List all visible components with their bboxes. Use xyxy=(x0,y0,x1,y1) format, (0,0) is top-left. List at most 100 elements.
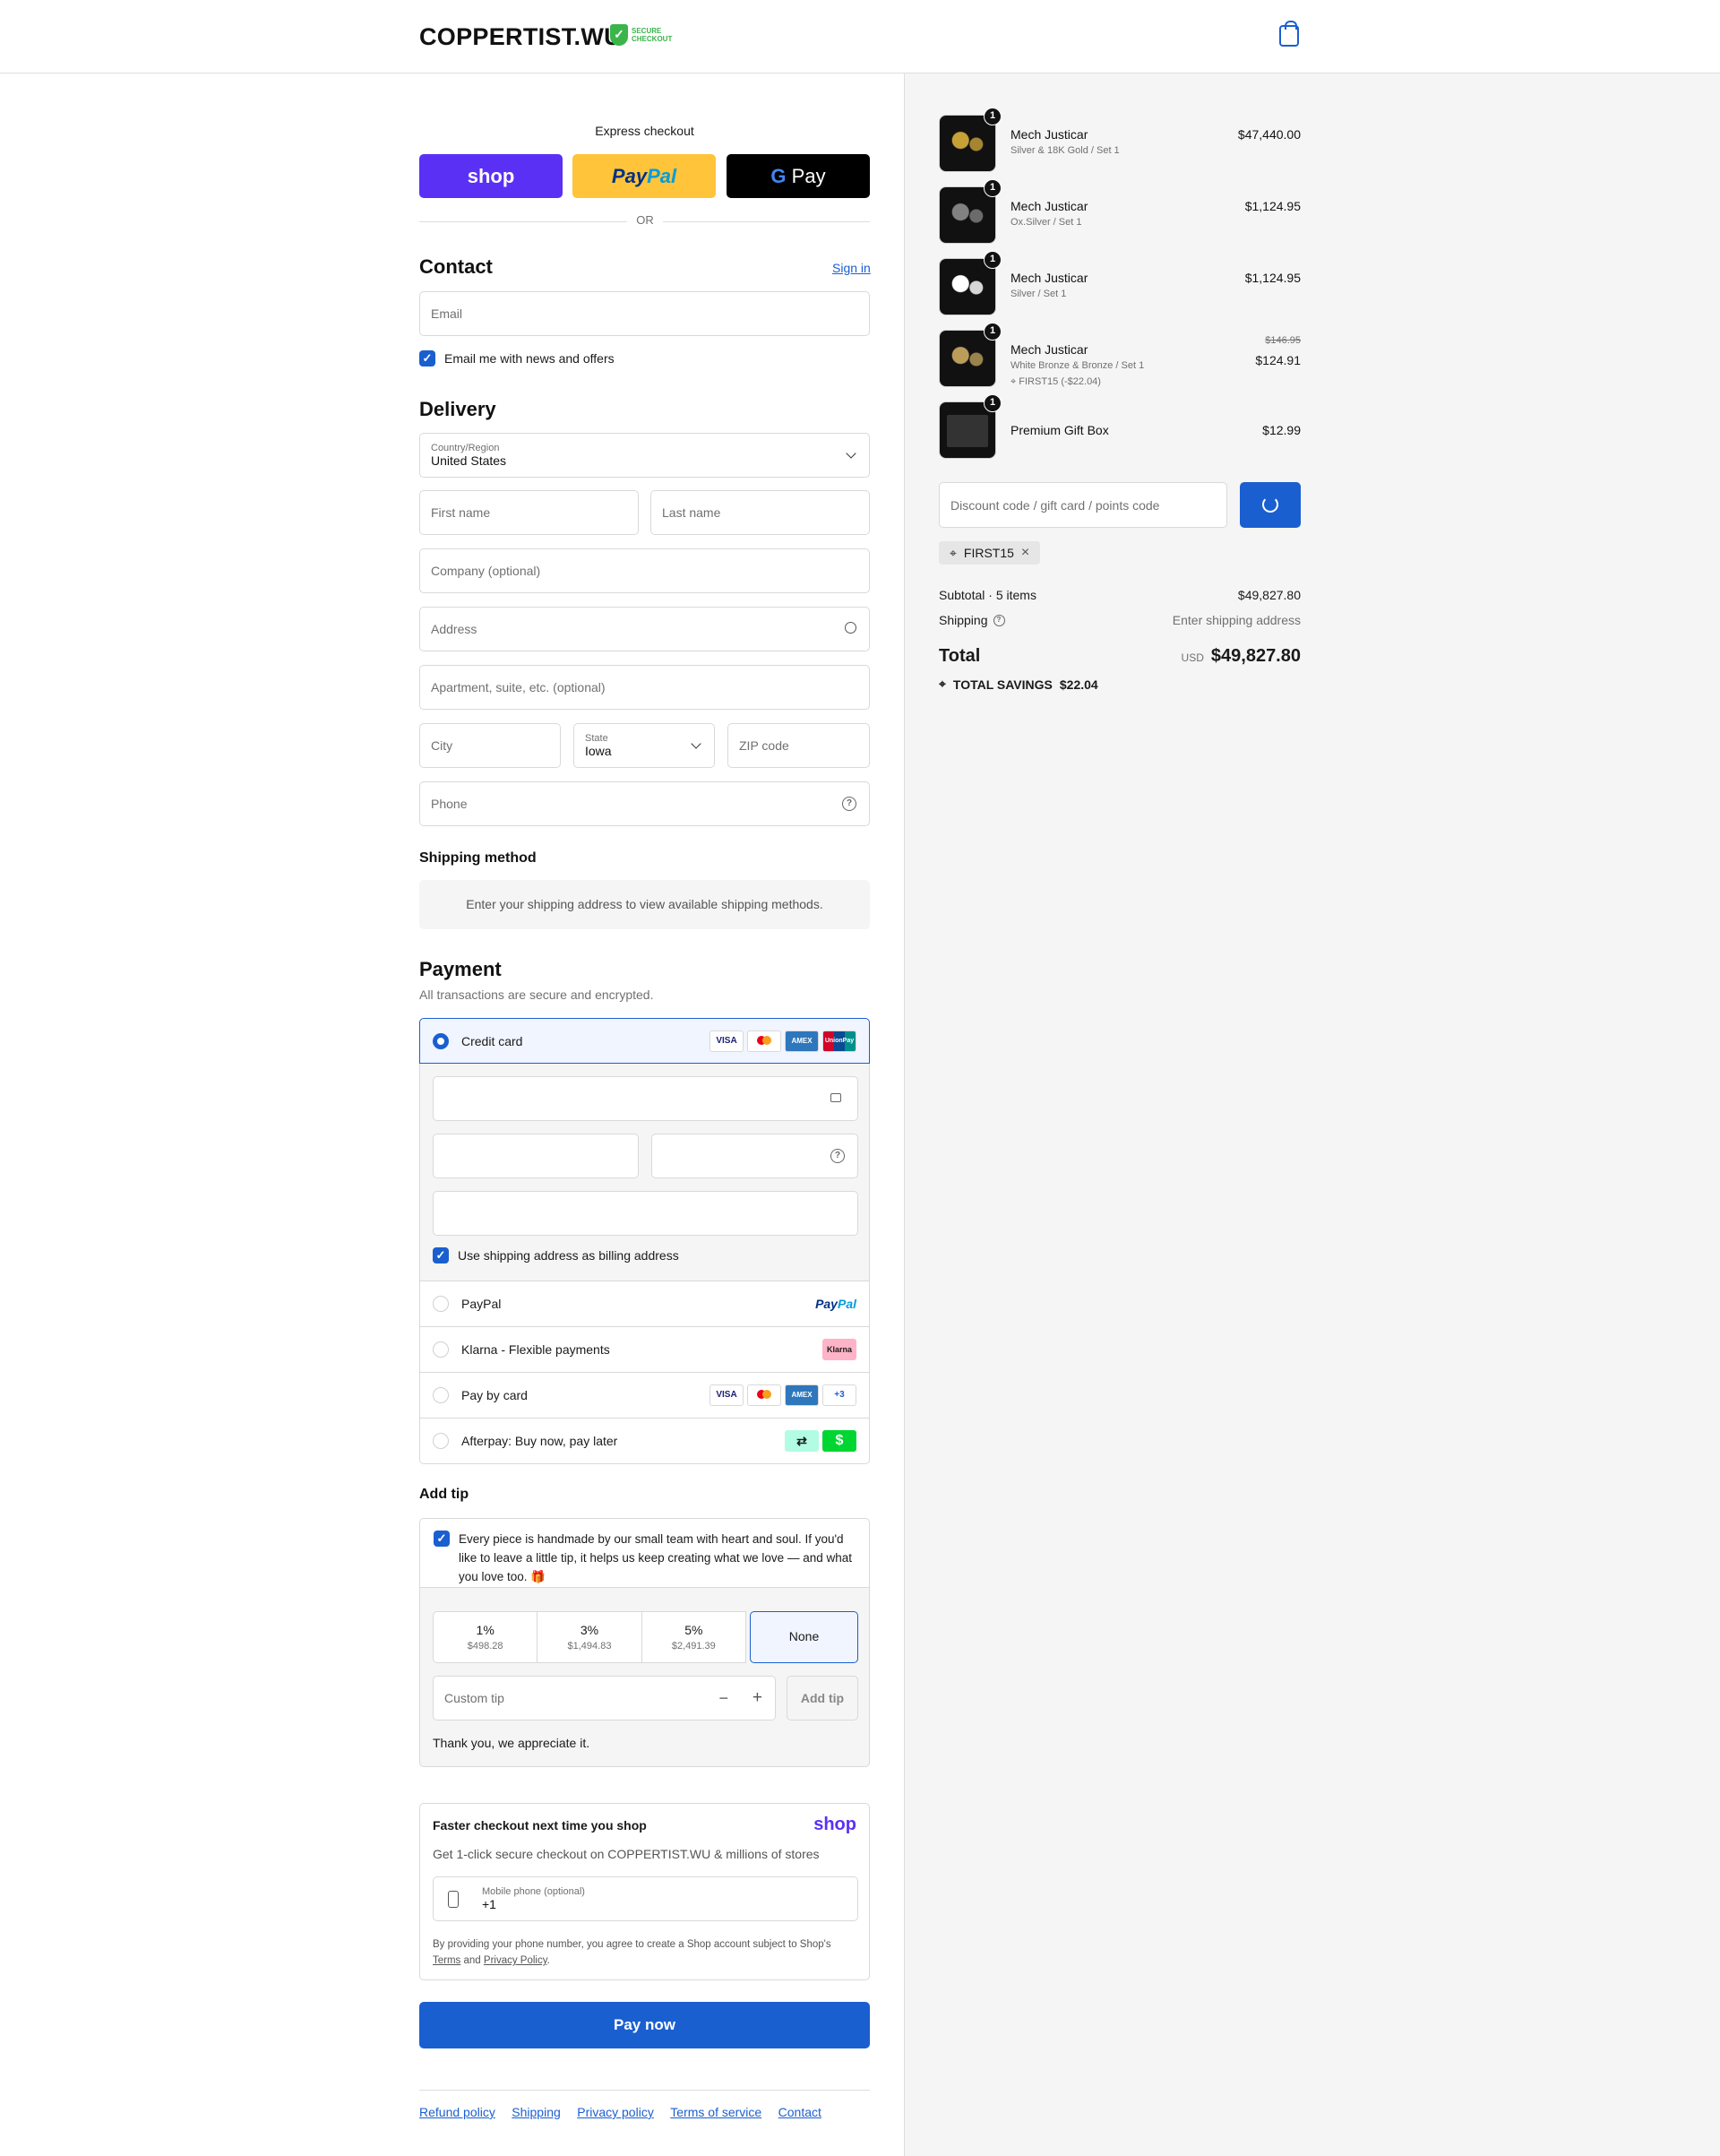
product-name: Mech Justicar xyxy=(1010,342,1088,357)
store-logo[interactable]: COPPERTIST.WU xyxy=(419,23,622,51)
close-icon[interactable]: × xyxy=(1021,545,1029,561)
paypal-option[interactable]: PayPal PayPal xyxy=(419,1281,870,1327)
quantity-badge: 1 xyxy=(984,251,1002,269)
help-icon[interactable]: ? xyxy=(830,1149,845,1163)
subtotal-value: $49,827.80 xyxy=(1237,588,1301,602)
klarna-option[interactable]: Klarna - Flexible payments Klarna xyxy=(419,1327,870,1373)
privacy-policy-link[interactable]: Privacy policy xyxy=(577,2105,654,2119)
product-price: $124.91 xyxy=(1255,353,1301,367)
tip-option-5[interactable]: 5% $2,491.39 xyxy=(642,1612,745,1662)
shop-pay-subtitle: Get 1-click secure checkout on COPPERTIS… xyxy=(433,1847,820,1861)
terms-link[interactable]: Terms xyxy=(433,1955,460,1966)
tag-icon: ⌖ xyxy=(939,677,946,691)
applied-discount-chip: ⌖ FIRST15 × xyxy=(939,541,1041,565)
sign-in-link[interactable]: Sign in xyxy=(832,261,871,275)
afterpay-option[interactable]: Afterpay: Buy now, pay later ⇄ $ xyxy=(419,1419,870,1464)
last-name-input[interactable]: Last name xyxy=(650,490,870,535)
phone-input[interactable]: Phone ? xyxy=(419,781,870,826)
shipping-method-title: Shipping method xyxy=(419,850,537,866)
item-discount-code: FIRST15 (-$22.04) xyxy=(1019,376,1101,387)
legal-text: By providing your phone number, you agre… xyxy=(433,1939,831,1950)
privacy-policy-link[interactable]: Privacy Policy xyxy=(484,1955,547,1966)
applied-code: FIRST15 xyxy=(963,546,1014,560)
cart-item: 1 Mech Justicar Silver & 18K Gold / Set … xyxy=(939,108,1301,172)
minus-icon[interactable]: − xyxy=(718,1689,728,1708)
contact-link[interactable]: Contact xyxy=(778,2105,821,2119)
credit-card-option[interactable]: Credit card VISA AMEX UnionPay xyxy=(419,1018,870,1064)
state-select[interactable]: State Iowa xyxy=(573,723,715,768)
pay-by-card-option[interactable]: Pay by card VISA AMEX +3 xyxy=(419,1373,870,1419)
product-variant: Silver & 18K Gold / Set 1 xyxy=(1010,145,1120,156)
billing-checkbox[interactable]: ✓ xyxy=(433,1247,449,1263)
news-checkbox[interactable]: ✓ xyxy=(419,350,435,367)
phone-placeholder: Phone xyxy=(431,797,468,811)
product-variant: Silver / Set 1 xyxy=(1010,289,1067,299)
or-divider-label: OR xyxy=(627,213,663,227)
custom-tip-input[interactable]: Custom tip − + xyxy=(433,1676,776,1720)
help-icon[interactable]: ? xyxy=(993,614,1005,626)
secure-checkout-badge: ✓ SECURE CHECKOUT xyxy=(610,24,672,46)
paypal-logo-icon: PayPal xyxy=(815,1297,856,1311)
company-input[interactable]: Company (optional) xyxy=(419,548,870,593)
google-pay-button[interactable]: G Pay xyxy=(727,154,870,198)
mobile-phone-input[interactable]: Mobile phone (optional) +1 xyxy=(433,1876,858,1921)
pay-now-button[interactable]: Pay now xyxy=(419,2002,870,2048)
afterpay-radio[interactable] xyxy=(433,1433,449,1449)
loading-spinner-icon xyxy=(1262,496,1278,513)
plus-icon[interactable]: + xyxy=(752,1688,762,1708)
custom-tip-placeholder: Custom tip xyxy=(444,1691,504,1705)
tip-message: Every piece is handmade by our small tea… xyxy=(459,1532,852,1583)
email-input[interactable]: Email xyxy=(419,291,870,336)
cart-item: 1 Mech Justicar Silver / Set 1 $1,124.95 xyxy=(939,251,1301,315)
card-number-input[interactable] xyxy=(433,1076,858,1121)
tip-option-pct: 5% xyxy=(684,1623,703,1637)
discount-code-input[interactable]: Discount code / gift card / points code xyxy=(939,482,1227,528)
shipping-policy-link[interactable]: Shipping xyxy=(512,2105,561,2119)
state-label: State xyxy=(585,733,608,744)
paypal-button[interactable]: PayPal xyxy=(572,154,716,198)
tip-option-3[interactable]: 3% $1,494.83 xyxy=(538,1612,642,1662)
apply-discount-button[interactable] xyxy=(1240,482,1301,528)
tip-option-1[interactable]: 1% $498.28 xyxy=(434,1612,538,1662)
quantity-badge: 1 xyxy=(984,108,1002,125)
checkout-label: CHECKOUT xyxy=(632,35,673,43)
add-tip-button[interactable]: Add tip xyxy=(787,1676,858,1720)
shipping-label: Shipping xyxy=(939,613,988,627)
first-name-input[interactable]: First name xyxy=(419,490,639,535)
total-label: Total xyxy=(939,646,981,666)
klarna-logo-icon: Klarna xyxy=(822,1339,856,1360)
delivery-title: Delivery xyxy=(419,398,496,420)
address-input[interactable]: Address xyxy=(419,607,870,651)
shield-check-icon: ✓ xyxy=(610,24,628,46)
payment-title: Payment xyxy=(419,958,502,980)
gpay-label: Pay xyxy=(791,165,826,187)
klarna-radio[interactable] xyxy=(433,1341,449,1358)
country-select[interactable]: Country/Region United States xyxy=(419,433,870,478)
contact-title: Contact xyxy=(419,255,493,278)
pay-by-card-radio[interactable] xyxy=(433,1387,449,1403)
mobile-phone-icon xyxy=(448,1891,459,1908)
name-on-card-input[interactable] xyxy=(433,1191,858,1236)
shop-pay-remember-box: Faster checkout next time you shop shop … xyxy=(419,1803,870,1980)
expiration-input[interactable] xyxy=(433,1134,639,1178)
shopping-bag-icon[interactable] xyxy=(1279,21,1299,47)
help-icon[interactable]: ? xyxy=(842,797,856,811)
terms-of-service-link[interactable]: Terms of service xyxy=(670,2105,761,2119)
credit-card-radio[interactable] xyxy=(433,1032,449,1049)
zip-input[interactable]: ZIP code xyxy=(727,723,870,768)
city-input[interactable]: City xyxy=(419,723,561,768)
tip-message-box: ✓ Every piece is handmade by our small t… xyxy=(419,1518,870,1588)
paypal-radio[interactable] xyxy=(433,1296,449,1312)
refund-policy-link[interactable]: Refund policy xyxy=(419,2105,495,2119)
shop-pay-button[interactable]: shop xyxy=(419,154,563,198)
tip-options: 1% $498.28 3% $1,494.83 5% $2,491.39 xyxy=(433,1611,746,1663)
tip-checkbox[interactable]: ✓ xyxy=(434,1531,450,1547)
security-code-input[interactable]: ? xyxy=(651,1134,858,1178)
tip-panel: 1% $498.28 3% $1,494.83 5% $2,491.39 Non… xyxy=(419,1588,870,1767)
product-name: Mech Justicar xyxy=(1010,127,1088,142)
cash-app-icon: $ xyxy=(822,1430,856,1452)
apartment-input[interactable]: Apartment, suite, etc. (optional) xyxy=(419,665,870,710)
tip-option-amount: $1,494.83 xyxy=(567,1641,612,1651)
google-g-icon: G xyxy=(770,165,787,187)
tip-option-none[interactable]: None xyxy=(750,1611,858,1663)
